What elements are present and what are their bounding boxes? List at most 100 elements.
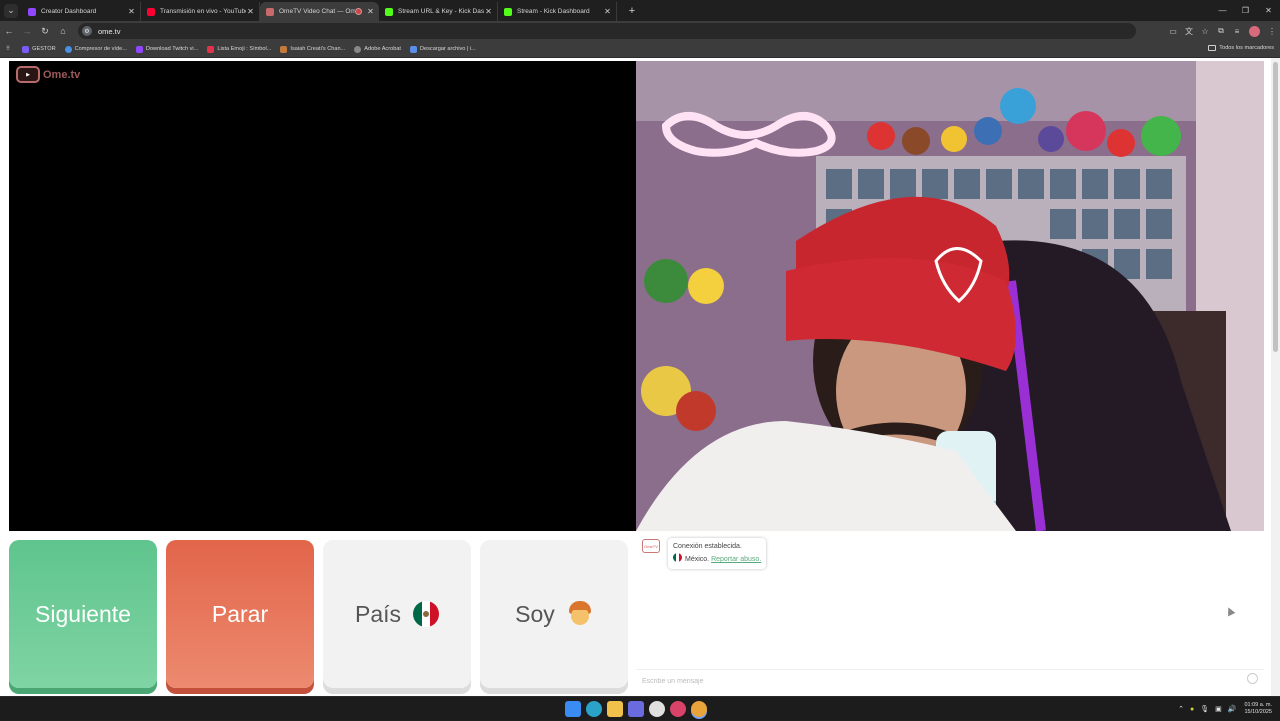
tray-app-icon[interactable]: ● xyxy=(1190,706,1194,713)
new-tab-button[interactable]: + xyxy=(625,4,639,18)
bookmark-favicon xyxy=(64,45,72,53)
itunes-icon[interactable] xyxy=(670,701,686,717)
close-icon[interactable]: ✕ xyxy=(603,7,612,16)
report-abuse-link[interactable]: Reportar abuso. xyxy=(711,556,761,563)
maximize-icon[interactable]: ❐ xyxy=(1234,0,1257,21)
bookmark-item[interactable]: Download Twitch vi... xyxy=(135,45,198,53)
minimize-icon[interactable]: — xyxy=(1211,0,1234,21)
window-controls: — ❐ ✕ xyxy=(1211,0,1280,21)
stop-button[interactable]: Parar xyxy=(166,540,314,688)
microphone-icon[interactable]: 🎙 xyxy=(1200,705,1209,713)
bookmark-item[interactable]: Lista Emoji : Símbol... xyxy=(207,45,272,53)
tab-creator-dashboard[interactable]: Creator Dashboard ✕ xyxy=(22,2,141,21)
ometv-logo: ▶ Ome.tv xyxy=(16,66,80,83)
tab-kick-stream-key[interactable]: Stream URL & Key - Kick Dashb ✕ xyxy=(379,2,498,21)
close-window-icon[interactable]: ✕ xyxy=(1257,0,1280,21)
chat-panel: OmeTV Conexión establecida. México. Repo… xyxy=(636,531,1264,696)
tv-logo-icon: ▶ xyxy=(16,66,40,83)
bookmarks-bar: ⠿ GESTOR Compresor de víde... Download T… xyxy=(0,41,1280,58)
bookmark-item[interactable]: Isaiah Creati's Chan... xyxy=(280,45,346,53)
bookmark-label: GESTOR xyxy=(32,46,56,52)
forward-icon[interactable]: → xyxy=(18,26,36,36)
bookmark-favicon xyxy=(207,45,215,53)
page-scrollbar[interactable] xyxy=(1271,58,1280,696)
bookmark-label: Descargar archivo | i... xyxy=(419,46,476,52)
close-icon[interactable]: ✕ xyxy=(484,7,493,16)
webcam-scene xyxy=(636,61,1264,531)
all-bookmarks-button[interactable]: Todos los marcadores xyxy=(1208,45,1274,51)
close-icon[interactable]: ✕ xyxy=(246,7,255,16)
chevron-up-icon[interactable]: ⌃ xyxy=(1178,705,1184,713)
file-explorer-icon[interactable] xyxy=(607,701,623,717)
windows-taskbar: ⌃ ● 🎙 ▣ 🔊 01:09 a. m. 15/10/2025 xyxy=(0,696,1280,720)
mexico-flag-icon xyxy=(413,601,440,627)
edge-icon[interactable] xyxy=(586,701,602,717)
profile-avatar[interactable] xyxy=(1249,25,1260,37)
system-tray: ⌃ ● 🎙 ▣ 🔊 01:09 a. m. 15/10/2025 xyxy=(1172,697,1272,721)
clock-date: 15/10/2025 xyxy=(1244,709,1272,715)
youtube-icon xyxy=(147,7,155,16)
tab-title: OmeTV Video Chat — Ome xyxy=(279,8,355,15)
gender-button[interactable]: Soy xyxy=(480,540,628,688)
site-info-icon[interactable]: ⚙ xyxy=(82,26,92,36)
tab-search-icon[interactable]: ⌄ xyxy=(4,3,18,18)
partner-country-line: México. Reportar abuso. xyxy=(673,553,761,566)
cast-icon[interactable]: ▭ xyxy=(1165,27,1181,36)
gender-button-label: Soy xyxy=(515,600,555,627)
mouse-cursor-icon xyxy=(1224,605,1236,617)
taskbar-apps xyxy=(565,701,707,717)
next-button[interactable]: Siguiente xyxy=(9,540,157,688)
bookmark-star-icon[interactable]: ☆ xyxy=(1197,27,1213,36)
reload-icon[interactable]: ↻ xyxy=(36,26,54,37)
bookmark-item[interactable]: Adobe Acrobat xyxy=(354,45,401,53)
tab-ometv[interactable]: OmeTV Video Chat — Ome ✕ xyxy=(260,2,379,21)
apps-icon[interactable]: ⠿ xyxy=(6,46,10,52)
tab-title: Transmisión en vivo - YouTube xyxy=(160,8,246,15)
logo-text: Ome.tv xyxy=(43,68,81,81)
clock[interactable]: 01:09 a. m. 15/10/2025 xyxy=(1244,702,1272,716)
twitch-icon xyxy=(28,7,36,16)
chrome-icon[interactable] xyxy=(691,701,707,717)
partner-country: México. xyxy=(685,556,710,563)
translate-icon[interactable]: 文 xyxy=(1181,26,1197,37)
tab-strip: ⌄ Creator Dashboard ✕ Transmisión en viv… xyxy=(0,0,1280,21)
media-icon[interactable]: ≡ xyxy=(1229,27,1245,36)
bookmark-favicon xyxy=(135,45,143,53)
bookmark-item[interactable]: Descargar archivo | i... xyxy=(409,45,476,53)
extensions-icon[interactable]: ⧉ xyxy=(1213,26,1229,36)
obs-icon[interactable] xyxy=(649,701,665,717)
stop-button-label: Parar xyxy=(211,600,269,627)
tab-youtube[interactable]: Transmisión en vivo - YouTube ✕ xyxy=(141,2,260,21)
scrollbar-thumb[interactable] xyxy=(1273,62,1278,352)
remote-video: ▶ Ome.tv xyxy=(9,61,636,531)
teams-icon[interactable] xyxy=(628,701,644,717)
bookmark-label: Compresor de víde... xyxy=(74,46,127,52)
boy-emoji-icon xyxy=(567,601,593,627)
local-webcam-video xyxy=(636,61,1264,531)
country-button[interactable]: País xyxy=(323,540,471,688)
bookmark-item[interactable]: Compresor de víde... xyxy=(64,45,127,53)
windows-start-icon[interactable] xyxy=(565,701,581,717)
back-icon[interactable]: ← xyxy=(0,26,18,36)
volume-icon[interactable]: 🔊 xyxy=(1228,705,1237,713)
bookmark-label: Adobe Acrobat xyxy=(364,46,401,52)
bookmark-label: Lista Emoji : Símbol... xyxy=(217,46,272,52)
home-icon[interactable]: ⌂ xyxy=(54,26,72,36)
bookmark-label: Isaiah Creati's Chan... xyxy=(290,46,346,52)
close-icon[interactable]: ✕ xyxy=(127,7,136,16)
recording-icon xyxy=(355,8,362,15)
menu-icon[interactable]: ⋮ xyxy=(1264,27,1280,36)
ometv-chat-logo-icon: OmeTV xyxy=(642,539,660,553)
message-input[interactable] xyxy=(636,673,1216,690)
bookmark-favicon xyxy=(409,45,417,53)
close-icon[interactable]: ✕ xyxy=(366,7,375,16)
tab-kick-dashboard[interactable]: Stream - Kick Dashboard ✕ xyxy=(498,2,617,21)
bookmark-favicon xyxy=(22,45,30,53)
ometv-icon xyxy=(266,7,274,16)
connection-status: Conexión establecida. xyxy=(673,543,742,550)
emoji-icon[interactable] xyxy=(1247,673,1258,684)
chat-input-area xyxy=(636,669,1264,690)
network-icon[interactable]: ▣ xyxy=(1215,705,1222,713)
bookmark-item[interactable]: GESTOR xyxy=(22,45,56,53)
address-bar[interactable]: ⚙ ome.tv xyxy=(78,23,1136,39)
